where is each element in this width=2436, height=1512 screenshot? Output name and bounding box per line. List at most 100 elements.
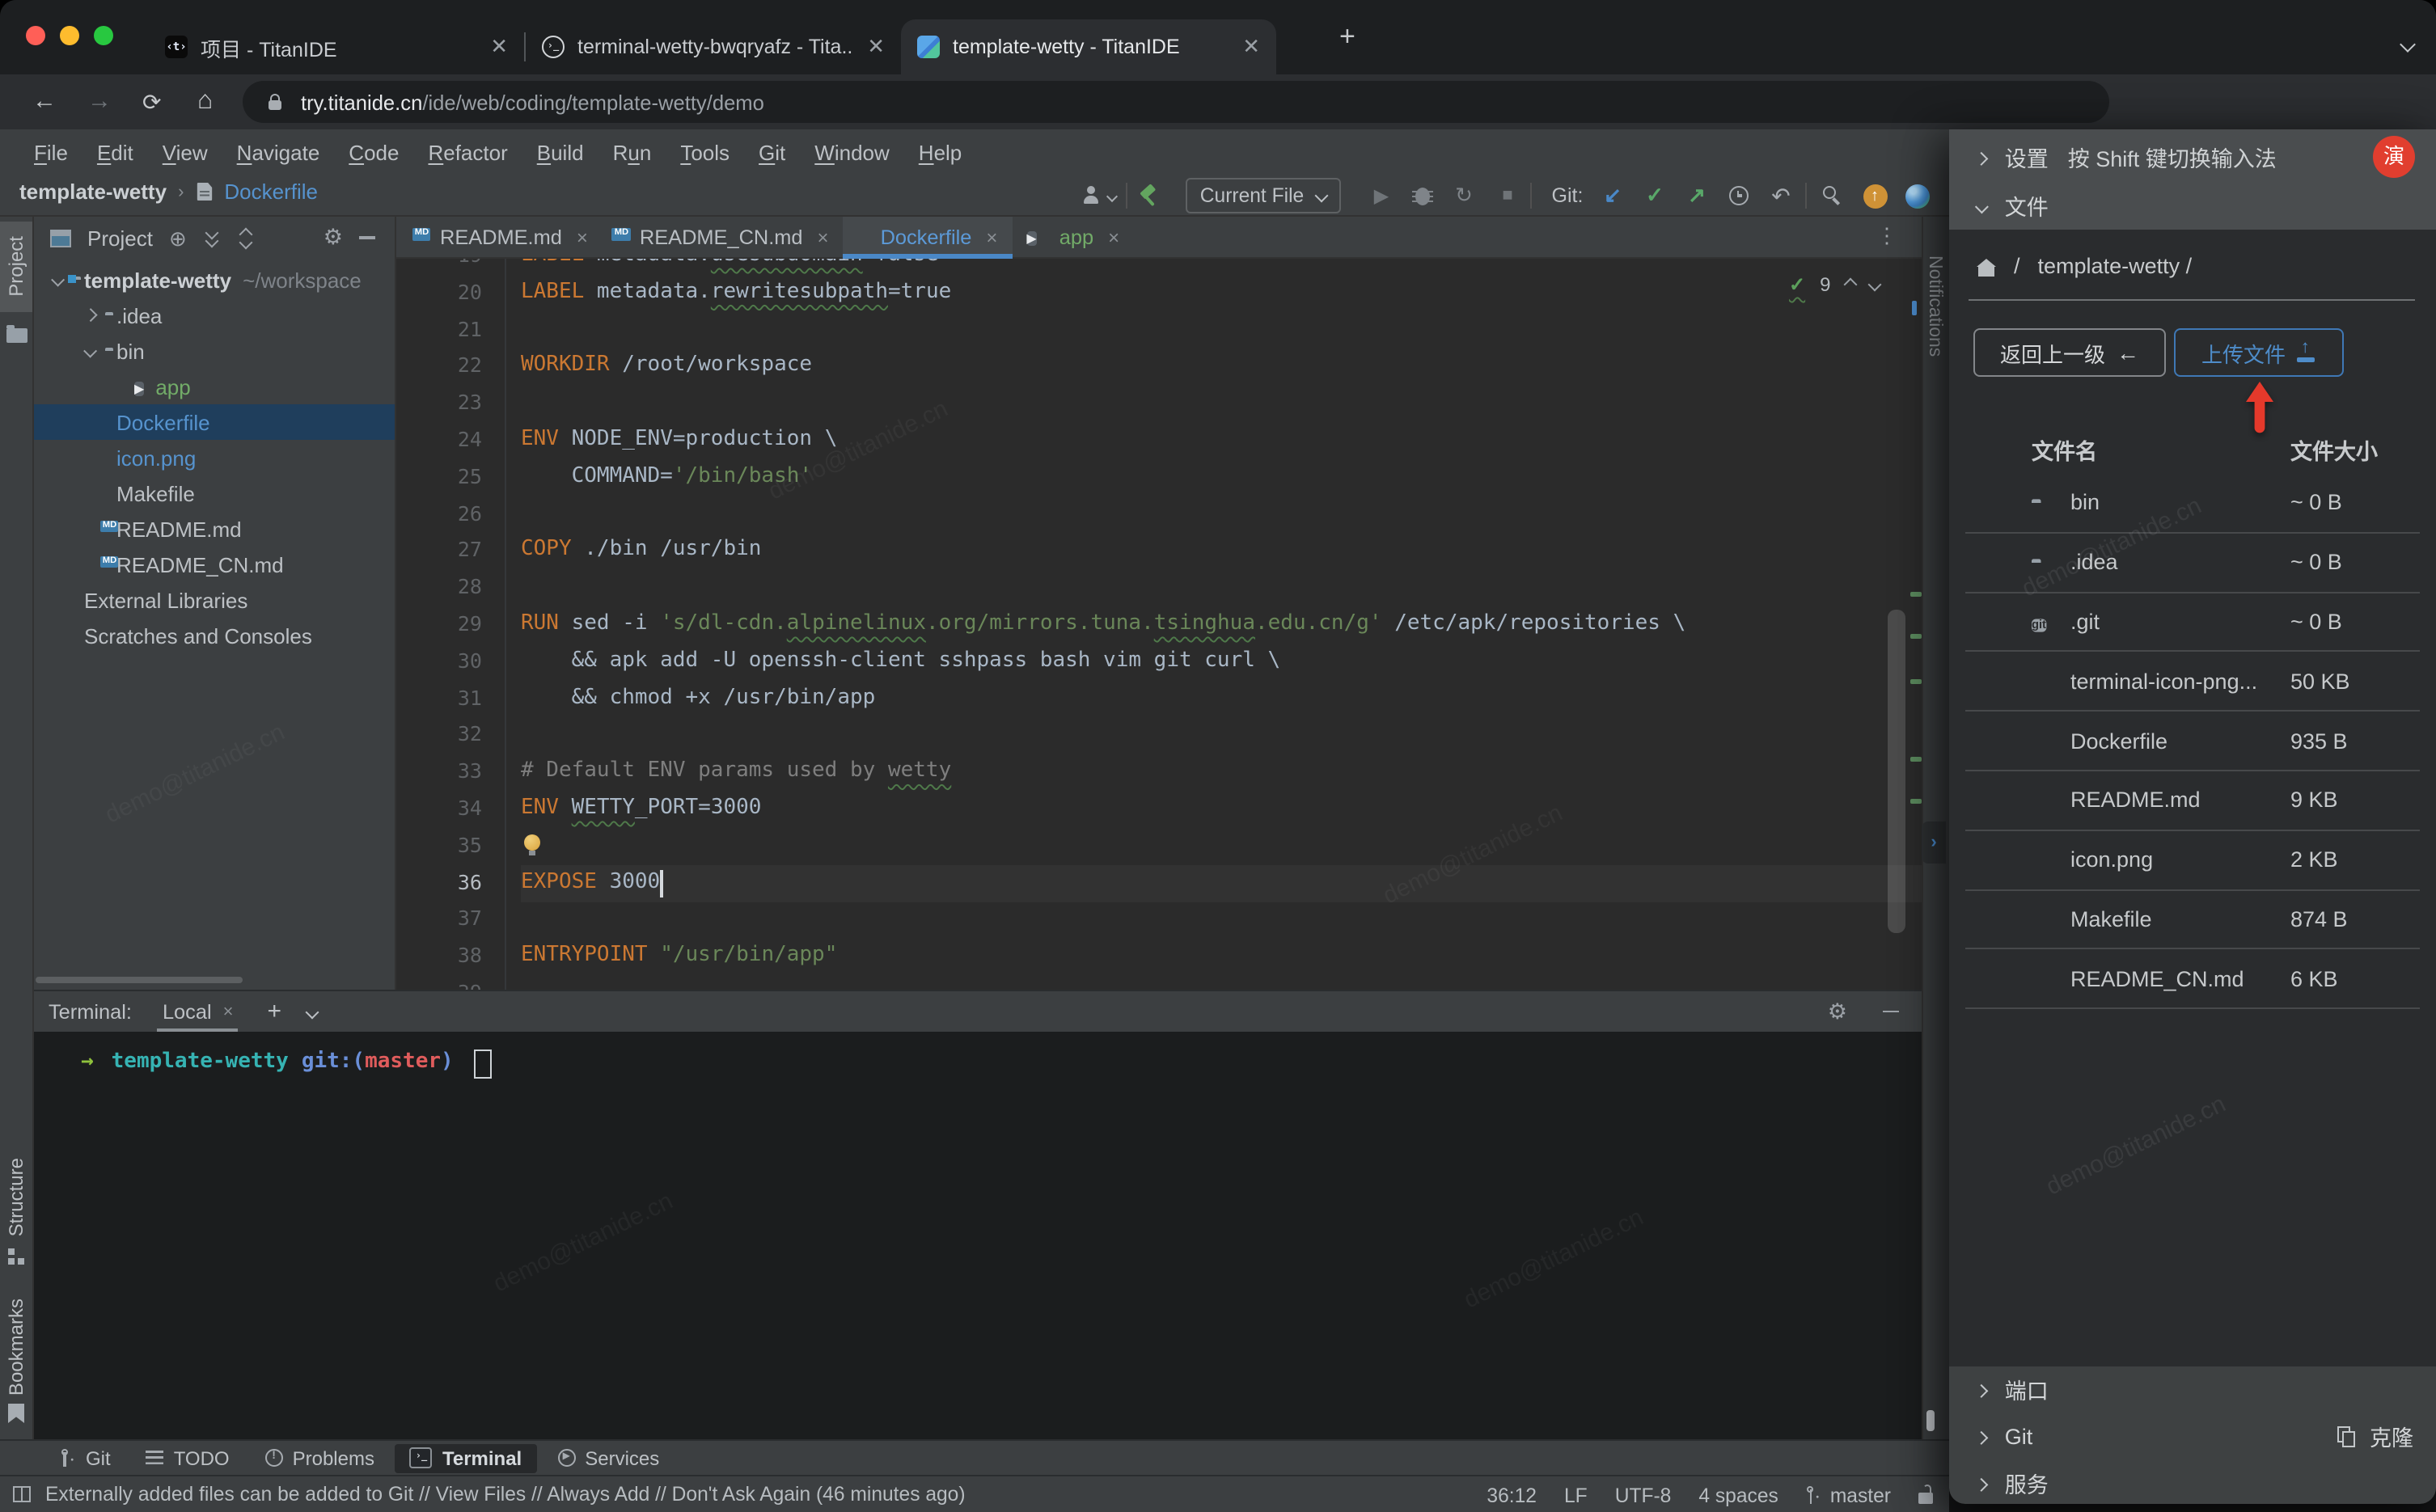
menu-item-code[interactable]: Code xyxy=(334,140,413,164)
editor-tab-readme-cn-md[interactable]: README_CN.md × xyxy=(603,217,844,257)
editor-tab-app[interactable]: ▶ app × xyxy=(1012,217,1134,257)
file-row-bin[interactable]: bin ~ 0 B xyxy=(1965,474,2420,534)
menu-item-git[interactable]: Git xyxy=(744,140,800,164)
code-line-29[interactable]: RUN sed -i 's/dl-cdn.alpinelinux.org/mir… xyxy=(521,606,1922,644)
editor-tab-close-icon[interactable]: × xyxy=(986,226,997,248)
chevron-down-icon[interactable] xyxy=(76,344,105,357)
menu-item-run[interactable]: Run xyxy=(598,140,666,164)
services-section-row[interactable]: 服务 xyxy=(1949,1460,2436,1504)
breadcrumb-file[interactable]: Dockerfile xyxy=(224,179,318,204)
settings-section-row[interactable]: 设置 按 Shift 键切换输入法 演 xyxy=(1949,133,2436,181)
code-line-33[interactable]: # Default ENV params used by wetty xyxy=(521,754,1922,791)
file-row--git[interactable]: git .git ~ 0 B xyxy=(1965,593,2420,653)
unlock-icon[interactable] xyxy=(1918,1485,1933,1504)
tree-item-template-wetty[interactable]: template-wetty ~/workspace xyxy=(34,262,395,298)
tree-item-makefile[interactable]: Makefile xyxy=(34,475,395,511)
clone-button[interactable]: 克隆 xyxy=(2337,1420,2413,1452)
browser-tab[interactable]: ‹t› 项目 - TitanIDE ✕ xyxy=(149,19,524,74)
terminal-tab-local[interactable]: Local × xyxy=(148,991,248,1032)
ide-logo-sphere-icon[interactable] xyxy=(1901,175,1933,217)
maximize-window-button[interactable] xyxy=(94,26,113,45)
code-line-21[interactable] xyxy=(521,311,1922,348)
editor-scrollbar[interactable] xyxy=(1888,610,1905,933)
terminal-settings-gear-icon[interactable]: ⚙ xyxy=(1828,999,1847,1023)
code-line-27[interactable]: COPY ./bin /usr/bin xyxy=(521,533,1922,570)
project-hscrollbar[interactable] xyxy=(36,977,243,983)
tree-item--idea[interactable]: .idea xyxy=(34,298,395,333)
file-row-dockerfile[interactable]: Dockerfile 935 B xyxy=(1965,712,2420,771)
home-folder-icon[interactable] xyxy=(1977,258,1998,276)
ports-chevron-icon[interactable] xyxy=(1974,1377,1990,1401)
code-line-31[interactable]: && chmod +x /usr/bin/app xyxy=(521,680,1922,717)
tool-strip-notifications-tab[interactable]: Notifications xyxy=(1925,256,1944,365)
code-lines[interactable]: LABEL metadata.usesubdomain=falseLABEL m… xyxy=(521,259,1922,990)
code-line-28[interactable] xyxy=(521,569,1922,606)
search-icon[interactable] xyxy=(1818,175,1847,217)
git-push-icon[interactable]: ↗ xyxy=(1682,175,1711,217)
locate-file-icon[interactable]: ⊕ xyxy=(169,227,187,248)
menu-item-navigate[interactable]: Navigate xyxy=(222,140,335,164)
git-update-icon[interactable]: ↙ xyxy=(1598,175,1627,217)
editor-tab-options-kebab-icon[interactable]: ⋮ xyxy=(1876,223,1897,249)
terminal-body[interactable]: → template-wetty git:( master ) xyxy=(34,1032,1922,1439)
tool-window-button-todo[interactable]: TODO xyxy=(132,1443,244,1472)
file-row-icon-png[interactable]: icon.png 2 KB xyxy=(1965,831,2420,891)
tree-item-readme-cn-md[interactable]: README_CN.md xyxy=(34,547,395,582)
project-panel-title[interactable]: Project xyxy=(87,226,153,250)
home-icon[interactable]: ⌂ xyxy=(197,86,213,118)
tool-window-button-problems[interactable]: ! Problems xyxy=(251,1443,389,1472)
chevron-right-icon[interactable] xyxy=(76,309,105,322)
editor-tab-close-icon[interactable]: × xyxy=(1108,226,1119,248)
editor-tab-dockerfile[interactable]: Dockerfile × xyxy=(843,217,1013,259)
file-row-readme-md[interactable]: README.md 9 KB xyxy=(1965,771,2420,831)
tool-window-button-git[interactable]: Git xyxy=(45,1443,125,1472)
coverage-icon[interactable]: ↻ xyxy=(1451,175,1477,217)
tree-item-readme-md[interactable]: README.md xyxy=(34,511,395,547)
close-window-button[interactable] xyxy=(26,26,45,45)
code-line-26[interactable] xyxy=(521,496,1922,533)
terminal-minimize-icon[interactable] xyxy=(1883,1010,1899,1013)
breadcrumb[interactable]: template-wetty › Dockerfile xyxy=(19,179,318,204)
url-path[interactable]: /ide/web/coding/template-wetty/demo xyxy=(422,90,764,114)
prev-problem-icon[interactable] xyxy=(1843,277,1857,292)
code-line-22[interactable]: WORKDIR /root/workspace xyxy=(521,348,1922,386)
browser-tab[interactable]: template-wetty - TitanIDE ✕ xyxy=(901,19,1276,74)
window-controls[interactable] xyxy=(26,26,113,45)
browser-tab[interactable]: ›_ terminal-wetty-bwqryafz - Tita... ✕ xyxy=(526,19,901,74)
settings-chevron-icon[interactable] xyxy=(1974,145,1990,169)
forward-icon[interactable]: → xyxy=(87,86,112,118)
new-tab-button[interactable]: + xyxy=(1339,23,1355,50)
menu-item-help[interactable]: Help xyxy=(904,140,977,164)
editor-tab-readme-md[interactable]: README.md × xyxy=(403,217,603,257)
tool-strip-project-tab[interactable]: Project xyxy=(0,222,32,312)
build-hammer-icon[interactable] xyxy=(1132,175,1165,217)
tree-item-icon-png[interactable]: icon.png xyxy=(34,440,395,475)
code-line-39[interactable] xyxy=(521,975,1922,990)
stop-icon[interactable]: ■ xyxy=(1495,175,1520,217)
back-icon[interactable]: ← xyxy=(32,86,57,118)
menu-item-window[interactable]: Window xyxy=(800,140,904,164)
tab-close-icon[interactable]: ✕ xyxy=(490,34,508,60)
menu-item-view[interactable]: View xyxy=(148,140,222,164)
code-line-35[interactable] xyxy=(521,828,1922,865)
new-terminal-plus-icon[interactable]: + xyxy=(268,998,282,1025)
tree-item-bin[interactable]: bin xyxy=(34,333,395,369)
status-indent[interactable]: 4 spaces xyxy=(1698,1484,1778,1506)
menu-item-refactor[interactable]: Refactor xyxy=(413,140,522,164)
code-line-36[interactable]: EXPOSE 3000 xyxy=(521,864,1922,902)
tab-close-icon[interactable]: ✕ xyxy=(867,34,885,60)
tool-strip-structure-tab[interactable]: Structure xyxy=(0,1151,32,1242)
debug-bug-icon[interactable] xyxy=(1409,175,1435,217)
status-caret-position[interactable]: 36:12 xyxy=(1487,1484,1537,1506)
git-section-row[interactable]: Git 克隆 xyxy=(1949,1413,2436,1459)
menu-item-tools[interactable]: Tools xyxy=(666,140,744,164)
breadcrumb-project[interactable]: template-wetty xyxy=(19,179,167,204)
menu-item-edit[interactable]: Edit xyxy=(82,140,148,164)
file-row-readme-cn-md[interactable]: README_CN.md 6 KB xyxy=(1965,950,2420,1010)
code-line-32[interactable] xyxy=(521,717,1922,754)
code-line-38[interactable]: ENTRYPOINT "/usr/bin/app" xyxy=(521,938,1922,975)
user-menu-icon[interactable] xyxy=(1077,175,1119,217)
menu-item-build[interactable]: Build xyxy=(522,140,598,164)
url-host[interactable]: try.titanide.cn xyxy=(301,90,422,114)
editor[interactable]: 19 20 21 22 23 24 25 26 27 28 29 30 31 32 33 34 35 36 37 38… xyxy=(396,259,1922,990)
